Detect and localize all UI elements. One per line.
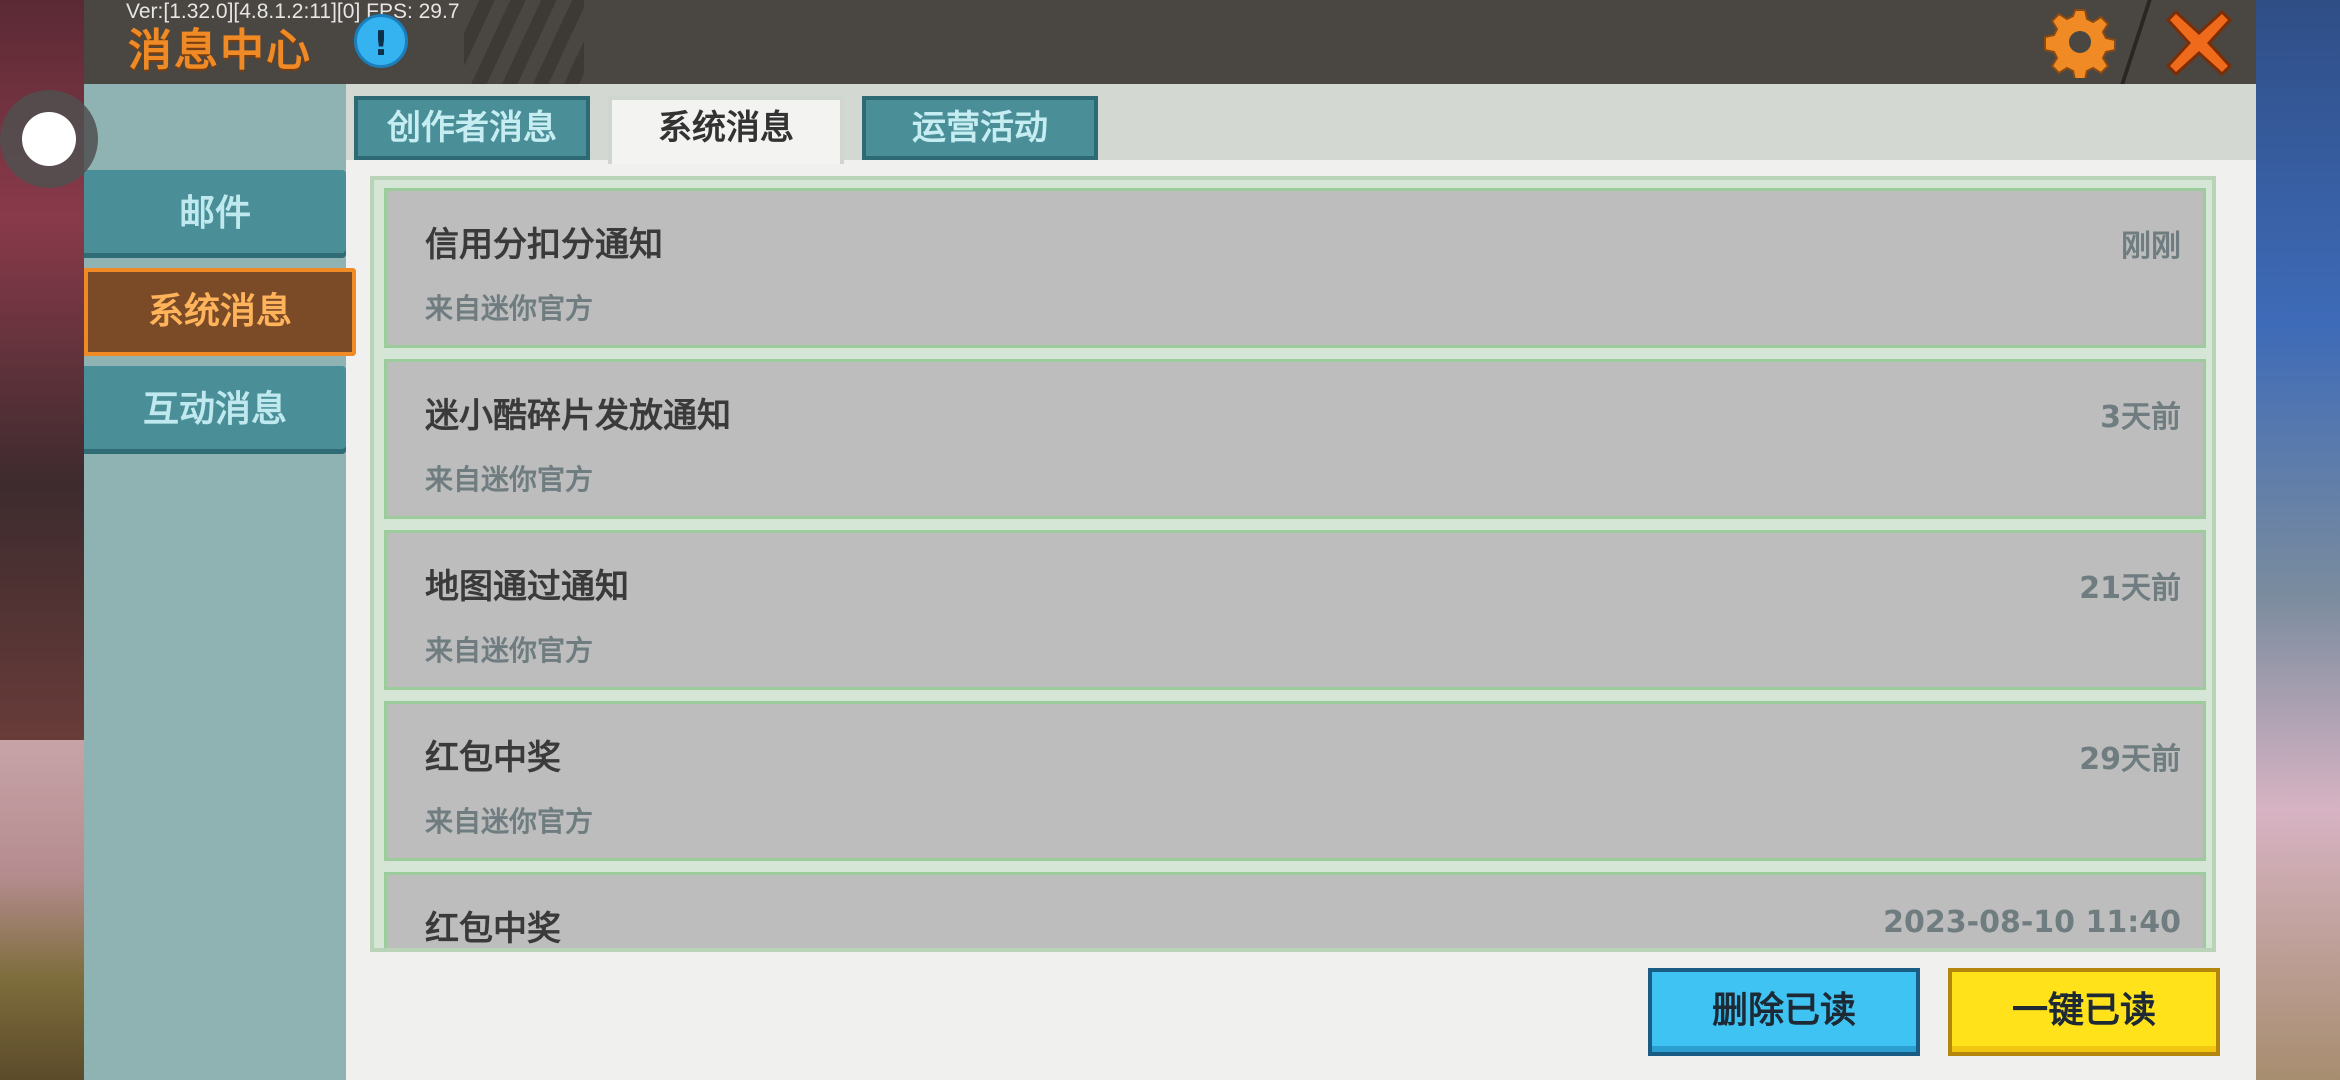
sidebar-item-interaction-messages[interactable]: 互动消息	[84, 366, 346, 454]
message-item[interactable]: 信用分扣分通知 来自迷你官方 刚刚	[384, 188, 2206, 348]
tab-operation-activities[interactable]: 运营活动	[862, 96, 1098, 160]
message-time: 刚刚	[2121, 229, 2181, 264]
message-time: 21天前	[2079, 571, 2181, 606]
message-title: 红包中奖	[425, 738, 561, 778]
message-item[interactable]: 迷小酷碎片发放通知 来自迷你官方 3天前	[384, 359, 2206, 519]
sidebar-item-system-messages[interactable]: 系统消息	[84, 268, 356, 356]
topbar-separator	[2120, 0, 2152, 84]
message-title: 地图通过通知	[425, 567, 629, 607]
close-icon[interactable]	[2164, 8, 2234, 78]
message-item[interactable]: 红包中奖 来自迷你官方 29天前	[384, 701, 2206, 861]
sidebar: 邮件 系统消息 互动消息	[84, 84, 356, 1080]
message-time: 2023-08-10 11:40	[1883, 905, 2181, 940]
tab-system-messages[interactable]: 系统消息	[608, 96, 844, 164]
message-list[interactable]: 信用分扣分通知 来自迷你官方 刚刚 迷小酷碎片发放通知 来自迷你官方 3天前 地…	[370, 176, 2216, 952]
top-bar: 消息中心 Ver:[1.32.0][4.8.1.2:11][0] FPS: 29…	[84, 0, 2256, 84]
message-title: 红包中奖	[425, 909, 561, 949]
mark-all-read-button[interactable]: 一键已读	[1948, 968, 2220, 1056]
info-icon[interactable]: !	[354, 14, 408, 68]
message-time: 29天前	[2079, 742, 2181, 777]
message-title: 信用分扣分通知	[425, 225, 663, 265]
message-title: 迷小酷碎片发放通知	[425, 396, 731, 436]
message-center-panel: 消息中心 Ver:[1.32.0][4.8.1.2:11][0] FPS: 29…	[84, 0, 2256, 1080]
game-background-right	[2256, 0, 2340, 1080]
message-item[interactable]: 地图通过通知 来自迷你官方 21天前	[384, 530, 2206, 690]
floating-assistive-button[interactable]	[0, 90, 98, 188]
version-overlay: Ver:[1.32.0][4.8.1.2:11][0] FPS: 29.7	[126, 0, 460, 23]
tab-bar: 创作者消息 系统消息 运营活动	[346, 84, 2256, 164]
message-sender: 来自迷你官方	[425, 463, 594, 496]
delete-read-button[interactable]: 删除已读	[1648, 968, 1920, 1056]
topbar-decoration	[464, 0, 584, 84]
message-sender: 来自迷你官方	[425, 634, 594, 667]
message-sender: 来自迷你官方	[425, 805, 594, 838]
gear-icon[interactable]	[2044, 6, 2116, 78]
message-sender: 来自迷你官方	[425, 292, 594, 325]
tab-creator-messages[interactable]: 创作者消息	[354, 96, 590, 160]
message-time: 3天前	[2100, 400, 2181, 435]
message-item[interactable]: 红包中奖 2023-08-10 11:40	[384, 872, 2206, 949]
sidebar-item-mail[interactable]: 邮件	[84, 170, 346, 258]
